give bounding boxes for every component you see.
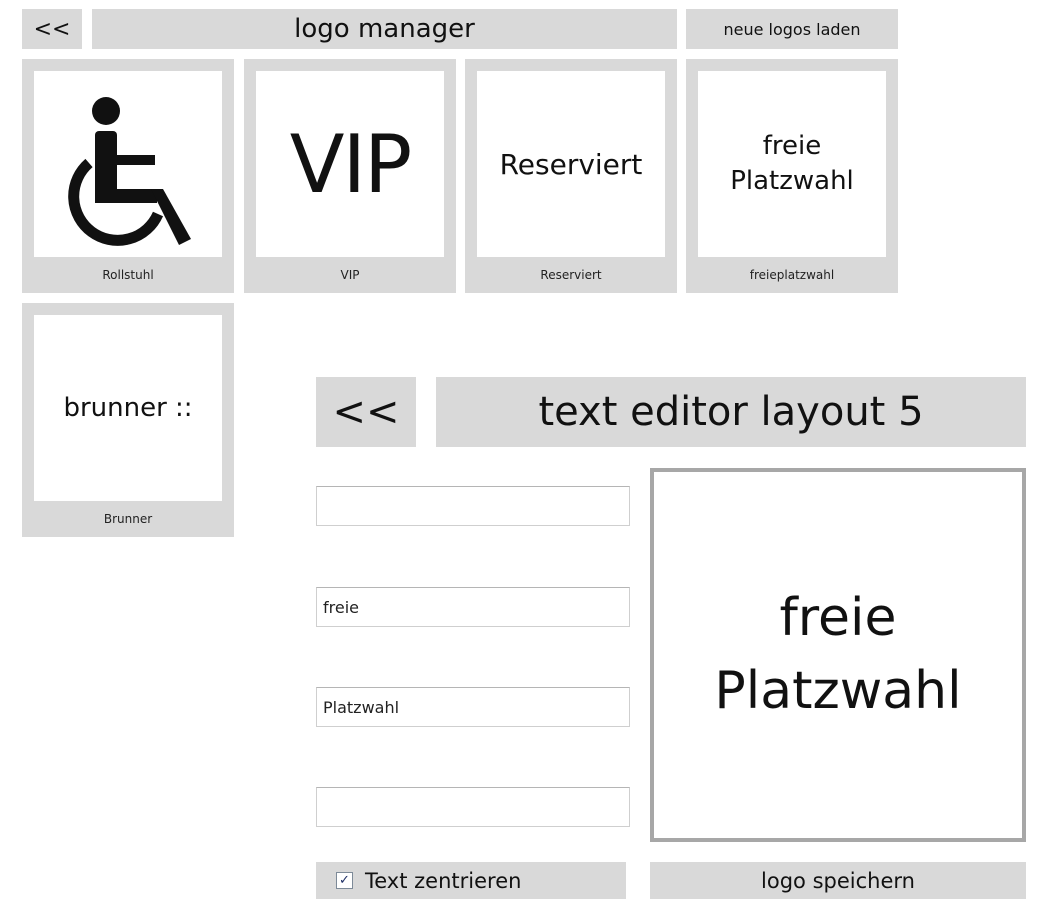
logo-preview-line: freie (762, 130, 822, 161)
logo-preview-canvas: freie Platzwahl (650, 468, 1026, 842)
logo-tile-freieplatzwahl[interactable]: freie Platzwahl freieplatzwahl (686, 59, 898, 293)
logo-preview (34, 71, 222, 257)
logo-preview: brunner :: (34, 315, 222, 501)
text-editor-title: text editor layout 5 (436, 377, 1026, 447)
center-text-label: Text zentrieren (365, 868, 522, 893)
logo-preview: Reserviert (477, 71, 665, 257)
logo-preview-text: VIP (289, 117, 413, 211)
logo-tile-reserviert[interactable]: Reserviert Reserviert (465, 59, 677, 293)
logo-tile-caption: Rollstuhl (102, 268, 154, 282)
logo-preview-text: brunner :: (63, 393, 193, 423)
logo-preview-line: Platzwahl (730, 166, 854, 196)
logo-manager-title: logo manager (92, 9, 677, 49)
load-logos-button[interactable]: neue logos laden (686, 9, 898, 49)
logo-preview-text: Reserviert (499, 147, 643, 181)
text-line-3-input[interactable] (316, 687, 630, 727)
logo-preview: freie Platzwahl (698, 71, 886, 257)
logo-tile-caption: Reserviert (540, 268, 602, 282)
preview-line-2: Platzwahl (714, 661, 962, 721)
text-line-2-input[interactable] (316, 587, 630, 627)
logo-manager-back-button[interactable]: << (22, 9, 82, 49)
logo-tile-brunner[interactable]: brunner :: Brunner (22, 303, 234, 537)
logo-tile-caption: freieplatzwahl (749, 268, 835, 282)
text-editor-back-button[interactable]: << (316, 377, 416, 447)
save-logo-button[interactable]: logo speichern (650, 862, 1026, 899)
logo-tile-rollstuhl[interactable]: Rollstuhl (22, 59, 234, 293)
logo-tile-caption: VIP (340, 268, 360, 282)
center-text-checkbox[interactable]: ✓ (336, 872, 353, 889)
text-line-4-input[interactable] (316, 787, 630, 827)
logo-preview: VIP (256, 71, 444, 257)
wheelchair-icon (68, 97, 191, 246)
logo-tile-caption: Brunner (103, 512, 153, 526)
center-text-toggle[interactable]: ✓ Text zentrieren (316, 862, 626, 899)
logo-tile-vip[interactable]: VIP VIP (244, 59, 456, 293)
preview-line-1: freie (779, 588, 897, 649)
text-line-1-input[interactable] (316, 486, 630, 526)
